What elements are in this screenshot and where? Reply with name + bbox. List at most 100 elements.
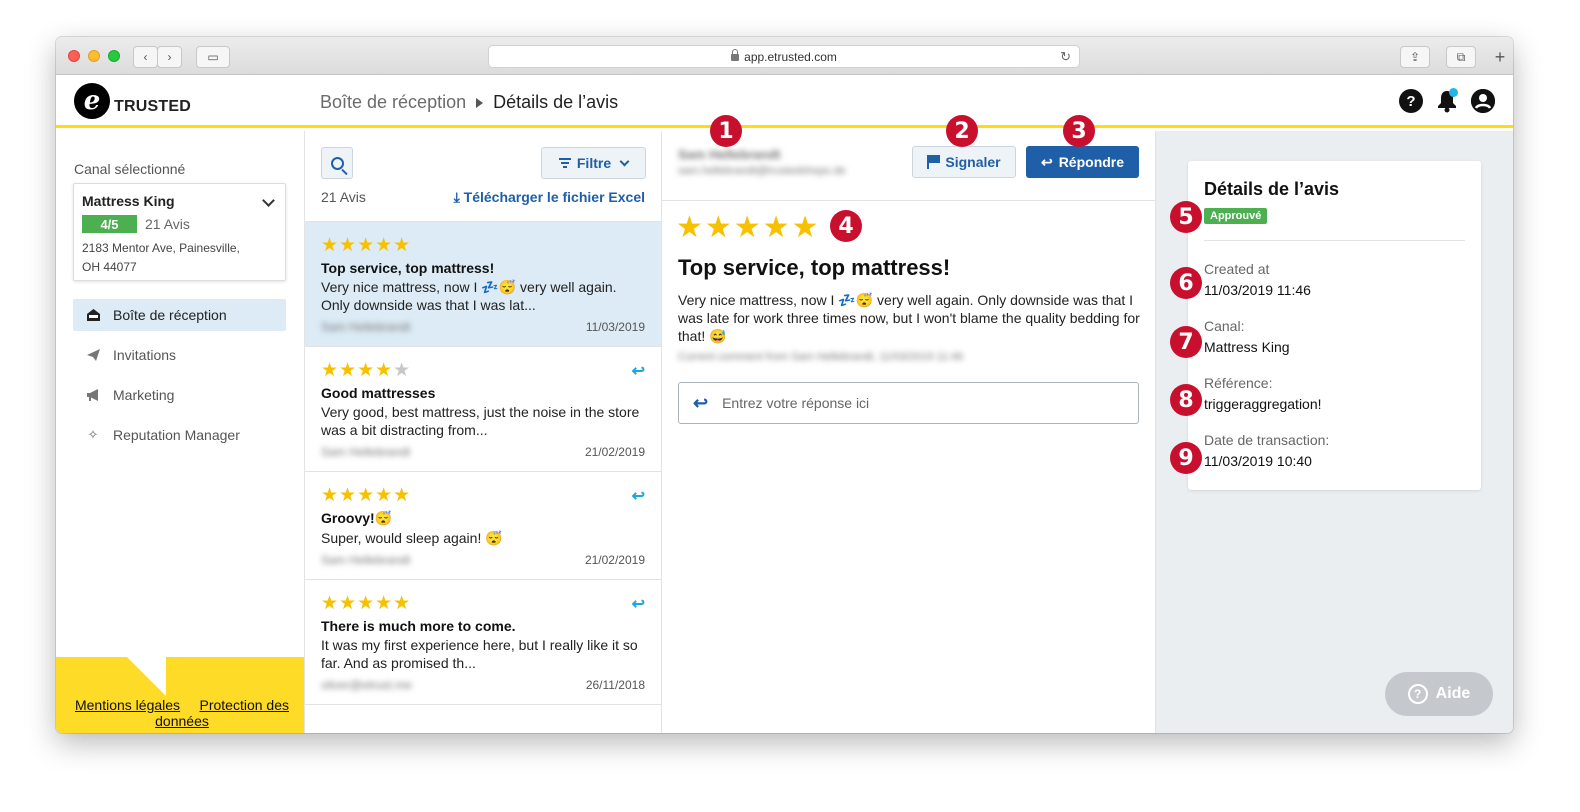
- forward-icon[interactable]: ›: [157, 46, 182, 68]
- list-item[interactable]: ★★★★★ ↩ There is much more to come. It w…: [305, 580, 661, 705]
- review-excerpt: Super, would sleep again! 😴: [321, 530, 503, 546]
- footer-links: Mentions légales Protection des données: [72, 697, 292, 729]
- details-panel: Détails de l’avis Approuvé Created at 11…: [1155, 131, 1513, 733]
- back-icon[interactable]: ‹: [133, 46, 158, 68]
- replied-icon: ↩: [631, 488, 645, 505]
- review-author: oliver@etrust.me: [321, 678, 412, 692]
- footer-notch: [126, 656, 166, 696]
- filter-label: Filtre: [576, 155, 612, 171]
- sidebar: Canal sélectionné Mattress King 4/5 21 A…: [56, 131, 304, 733]
- sidebar-nav: Boîte de réception Invitations Marketing…: [73, 299, 286, 459]
- megaphone-icon: [85, 387, 101, 403]
- reload-icon[interactable]: ↻: [1060, 49, 1071, 65]
- browser-titlebar: ‹ › ▭ app.etrusted.com ↻ ⇪ ⧉ +: [56, 37, 1513, 75]
- reviewer-email: sam.hellebrandt@trustedshops.de: [678, 165, 846, 177]
- tabs-icon[interactable]: ⧉: [1446, 46, 1476, 68]
- breadcrumb-inbox[interactable]: Boîte de réception: [320, 92, 466, 113]
- breadcrumb-current: Détails de l’avis: [493, 92, 619, 112]
- details-card-title: Détails de l’avis: [1204, 179, 1340, 199]
- help-label: Aide: [1435, 685, 1471, 702]
- search-button[interactable]: [321, 147, 353, 179]
- transaction-date-field: Date de transaction: 11/03/2019 10:40: [1204, 432, 1465, 469]
- sidebar-toggle-icon[interactable]: ▭: [196, 46, 230, 68]
- sidebar-item-marketing[interactable]: Marketing: [73, 379, 286, 411]
- reply-button[interactable]: ↩ Répondre: [1026, 146, 1139, 178]
- download-excel-link[interactable]: ⤓ Télécharger le fichier Excel: [454, 189, 645, 206]
- review-title: Top service, top mattress!: [321, 260, 495, 276]
- channel-address: 2183 Mentor Ave, Painesville, OH 44077: [82, 239, 277, 277]
- logo-text: TRUSTED: [114, 98, 191, 115]
- created-at-field: Created at 11/03/2019 11:46: [1204, 261, 1465, 298]
- share-icon[interactable]: ⇪: [1400, 46, 1430, 68]
- detail-review-body: Very nice mattress, now I 💤😴 very well a…: [678, 292, 1140, 344]
- detail-star-rating: ★★★★★: [676, 211, 821, 244]
- reply-input[interactable]: ↩ Entrez votre réponse ici: [678, 382, 1139, 424]
- review-date: 26/11/2018: [585, 678, 645, 692]
- review-author: Sam Hellebrandt: [321, 320, 411, 334]
- list-item[interactable]: ★★★★★ ↩ Good mattresses Very good, best …: [305, 347, 661, 472]
- list-item[interactable]: ★★★★★ ↩ Groovy!😴 Super, would sleep agai…: [305, 472, 661, 580]
- etrusted-logo[interactable]: e TRUSTED: [74, 83, 191, 119]
- question-icon: ?: [1407, 684, 1428, 704]
- star-rating: ★★★★★: [321, 486, 645, 506]
- filter-icon: [558, 158, 571, 168]
- help-button[interactable]: ? Aide: [1385, 672, 1493, 716]
- sidebar-item-label: Reputation Manager: [113, 427, 240, 443]
- breadcrumb: Boîte de réception Détails de l’avis: [320, 92, 618, 113]
- stars-filled: ★★★★: [321, 360, 394, 381]
- detail-review-title: Top service, top mattress!: [678, 255, 951, 280]
- channel-selector[interactable]: Mattress King 4/5 21 Avis 2183 Mentor Av…: [73, 183, 286, 281]
- list-item[interactable]: ★★★★★ Top service, top mattress! Very ni…: [305, 222, 661, 347]
- channel-name: Mattress King: [82, 193, 175, 209]
- close-window-button[interactable]: [68, 50, 80, 62]
- new-tab-icon[interactable]: +: [1487, 46, 1513, 68]
- replied-icon: ↩: [631, 363, 645, 380]
- sidebar-item-label: Invitations: [113, 347, 177, 363]
- filter-button[interactable]: Filtre: [541, 147, 646, 179]
- star-rating: ★★★★★: [321, 361, 645, 381]
- review-date: 11/03/2019: [585, 320, 645, 334]
- transaction-date-label: Date de transaction:: [1204, 432, 1330, 448]
- minimize-window-button[interactable]: [88, 50, 100, 62]
- flag-icon: [927, 155, 941, 169]
- chevron-down-icon: [619, 156, 630, 166]
- created-at-value: 11/03/2019 11:46: [1204, 282, 1311, 298]
- notification-bell-icon[interactable]: [1435, 88, 1459, 113]
- marker-2: 2: [946, 115, 978, 147]
- sidebar-footer: Mentions légales Protection des données: [56, 656, 304, 733]
- review-list: ★★★★★ Top service, top mattress! Very ni…: [305, 221, 661, 705]
- reply-placeholder: Entrez votre réponse ici: [722, 395, 870, 411]
- address-line-1: 2183 Mentor Ave, Painesville,: [82, 241, 240, 255]
- user-account-icon[interactable]: [1471, 89, 1495, 113]
- report-button[interactable]: Signaler: [912, 146, 1016, 178]
- review-title: Good mattresses: [321, 385, 436, 401]
- url-bar[interactable]: app.etrusted.com ↻: [488, 45, 1080, 68]
- marker-9: 9: [1170, 442, 1202, 474]
- report-label: Signaler: [945, 154, 1001, 170]
- review-details-card: Détails de l’avis Approuvé Created at 11…: [1188, 161, 1481, 490]
- canal-label: Canal:: [1204, 318, 1245, 334]
- divider: [1204, 240, 1465, 241]
- inbox-icon: [85, 307, 101, 323]
- sidebar-item-label: Boîte de réception: [113, 307, 227, 323]
- header-icons: ?: [1399, 88, 1495, 113]
- marker-5: 5: [1170, 201, 1202, 233]
- help-icon[interactable]: ?: [1399, 89, 1423, 113]
- stars-filled: ★★★★★: [321, 485, 412, 506]
- review-excerpt: It was my first experience here, but I r…: [321, 637, 638, 671]
- sidebar-item-invitations[interactable]: Invitations: [73, 339, 286, 371]
- zoom-window-button[interactable]: [108, 50, 120, 62]
- legal-link[interactable]: Mentions légales: [75, 697, 180, 713]
- reference-field: Référence: triggeraggregation!: [1204, 375, 1465, 412]
- stars-filled: ★★★★★: [321, 593, 412, 614]
- rating-badge: 4/5: [82, 215, 137, 233]
- app-header: e TRUSTED Boîte de réception Détails de …: [56, 75, 1513, 128]
- comment-meta: Current comment from Sam Hellebrandt, 11…: [678, 351, 964, 363]
- status-badge: Approuvé: [1204, 208, 1268, 224]
- stars-filled: ★★★★★: [321, 235, 412, 256]
- sidebar-item-reputation-manager[interactable]: ✧ Reputation Manager: [73, 419, 286, 451]
- stars-empty: ★: [393, 360, 412, 381]
- sidebar-item-inbox[interactable]: Boîte de réception: [73, 299, 286, 331]
- star-rating: ★★★★★: [321, 236, 645, 256]
- marker-7: 7: [1170, 326, 1202, 358]
